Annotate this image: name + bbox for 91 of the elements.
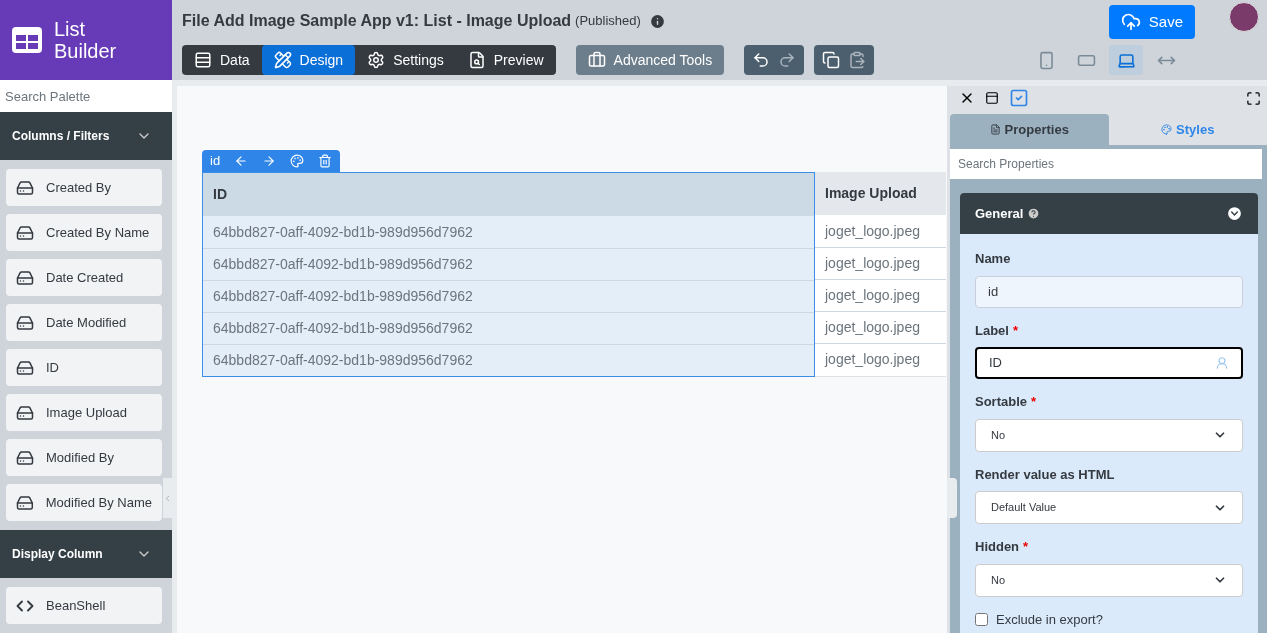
column-header: Image Upload [815, 172, 946, 215]
required-mark: * [1023, 539, 1029, 554]
field-label: Name [975, 251, 1011, 266]
palette-item[interactable]: Created By [6, 169, 162, 206]
mode-tab[interactable]: Design [261, 45, 356, 75]
gear-icon [367, 51, 386, 69]
chevron-left-icon [163, 493, 172, 503]
paste-icon[interactable] [848, 51, 867, 69]
palette-icon[interactable] [290, 154, 305, 168]
table-cell: joget_logo.jpeg [815, 311, 946, 343]
palette-section-header[interactable]: Columns / Filters [0, 112, 172, 160]
drive-icon [16, 178, 34, 197]
panel-tab[interactable]: Properties [950, 114, 1109, 145]
drive-icon [16, 493, 34, 512]
mode-tab[interactable]: Settings [355, 45, 456, 75]
panel-icon[interactable] [985, 91, 999, 106]
fullscreen-icon[interactable] [1246, 90, 1261, 106]
field-label: Hidden [975, 539, 1020, 554]
avatar[interactable] [1229, 2, 1259, 32]
palette-item[interactable]: Modified By [6, 439, 162, 476]
palette-item[interactable]: Modified By Name [6, 484, 162, 521]
mode-tab[interactable]: Preview [455, 45, 556, 75]
section-title: General [975, 204, 1024, 223]
select-field[interactable]: No [975, 563, 1243, 597]
status-text: (Published) [575, 12, 641, 31]
drive-icon [16, 358, 34, 377]
field-label: Label [975, 322, 1009, 338]
table-cell: joget_logo.jpeg [815, 343, 946, 375]
table-cell: joget_logo.jpeg [815, 279, 946, 311]
select-field[interactable]: Default Value [975, 491, 1243, 524]
exclude-checkbox[interactable] [975, 612, 988, 626]
drive-icon [16, 268, 34, 287]
column-key-text: id [210, 152, 221, 171]
drive-icon [16, 223, 34, 242]
redo-icon[interactable] [778, 51, 797, 69]
collapse-handle[interactable] [163, 478, 172, 518]
column-header: ID [203, 173, 814, 216]
required-mark: * [1012, 322, 1019, 338]
trash-icon[interactable] [318, 154, 333, 168]
briefcase-icon [587, 51, 606, 69]
table-column[interactable]: ID 64bbd827-0aff-4092-bd1b-989d956d7962 64bbd827-0aff-4092-bd1b-989d956d7962 64bbd827-0aff-4092-bd1b-989d956d7962 64bbd827-0aff-4092-bd1b-989d956d7962 64bbd827-0aff-4092-bd1b-989d956d7962 [202, 172, 815, 377]
table-cell: 64bbd827-0aff-4092-bd1b-989d956d7962 [203, 344, 814, 376]
mode-tab[interactable]: Data [182, 45, 262, 75]
field-label: Render value as HTML [975, 466, 1115, 482]
text-field[interactable]: ID [975, 347, 1243, 379]
drive-icon [16, 313, 34, 332]
grid-logo-icon [12, 27, 42, 53]
search-properties-field[interactable]: Search Properties [950, 149, 1262, 179]
text-field[interactable]: id [975, 275, 1243, 308]
section-header[interactable]: General [960, 193, 1258, 234]
checkbox-label: Exclude in export? [996, 610, 1103, 629]
resize-handle[interactable] [947, 478, 957, 518]
file-search-icon [467, 51, 486, 69]
palette-item[interactable]: Date Created [6, 259, 162, 296]
drive-icon [16, 448, 34, 467]
undo-icon[interactable] [752, 51, 771, 69]
search-palette-field[interactable]: Search Palette [0, 80, 172, 112]
viewport-button[interactable] [1109, 45, 1143, 75]
help-icon[interactable] [1027, 207, 1041, 220]
select-field[interactable]: No [975, 418, 1243, 452]
rows-icon [194, 51, 212, 69]
required-mark: * [1031, 394, 1037, 409]
table-cell: 64bbd827-0aff-4092-bd1b-989d956d7962 [203, 312, 814, 344]
table-cell-text: 64bbd827-0aff-4092-bd1b-989d956d7962 [212, 222, 474, 242]
palette-section-header[interactable]: Display Column [0, 530, 172, 578]
info-icon[interactable] [648, 12, 666, 30]
palette-item[interactable]: Date Modified [6, 304, 162, 341]
cloud-upload-icon [1120, 12, 1141, 32]
table-column[interactable]: Image Upload joget_logo.jpeg joget_logo.jpeg joget_logo.jpeg joget_logo.jpeg joget_logo.jpeg [815, 172, 946, 377]
palette-item[interactable]: ID [6, 349, 162, 386]
table-cell: 64bbd827-0aff-4092-bd1b-989d956d7962 [203, 248, 814, 280]
advanced-tools-button[interactable]: Advanced Tools [575, 45, 725, 75]
palette-item[interactable]: Image Upload [6, 394, 162, 431]
drive-icon [16, 403, 34, 422]
copy-icon[interactable] [822, 51, 841, 69]
palette-item[interactable]: BeanShell [6, 587, 162, 624]
palette-item[interactable]: Created By Name [6, 214, 162, 251]
document-icon [989, 124, 1001, 136]
table-cell: joget_logo.jpeg [815, 247, 946, 279]
pencil-ruler-icon [273, 51, 292, 69]
field-label: Sortable [975, 394, 1027, 409]
arrow-right-icon[interactable] [262, 154, 277, 168]
chevron-circle-icon[interactable] [1226, 205, 1243, 222]
checkbox-icon[interactable] [1009, 88, 1029, 109]
arrow-left-icon[interactable] [234, 154, 249, 168]
palette-icon [1161, 124, 1173, 136]
page-title: File Add Image Sample App v1: List - Image Upload [182, 11, 572, 31]
table-cell-text: joget_logo.jpeg [823, 221, 921, 241]
table-cell: 64bbd827-0aff-4092-bd1b-989d956d7962 [203, 280, 814, 312]
app-name: List Builder [54, 18, 118, 62]
save-button[interactable]: Save [1108, 5, 1195, 39]
